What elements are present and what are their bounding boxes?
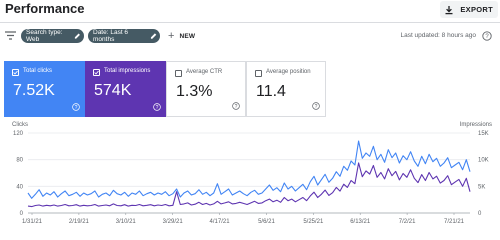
chip-label: Date: Last 6 months (93, 29, 129, 43)
y-tick-label-right: 10K (478, 158, 489, 164)
edit-icon[interactable] (150, 32, 157, 40)
y-tick-label-left: 120 (13, 131, 24, 137)
svg-text:?: ? (235, 104, 238, 110)
metric-card-total-clicks[interactable]: Total clicks 7.52K ? (4, 61, 85, 117)
filter-bar: Search type: Web Date: Last 6 months + N… (0, 23, 500, 49)
x-tick-label: 2/19/21 (69, 219, 90, 225)
series-line-impressions (27, 162, 471, 208)
checkbox-checked[interactable] (12, 69, 19, 76)
help-icon[interactable]: ? (482, 31, 492, 41)
metric-value: 11.4 (256, 83, 286, 100)
new-label: NEW (179, 32, 196, 40)
plus-icon: + (168, 30, 175, 42)
metric-label: Total clicks (23, 68, 53, 74)
help-icon[interactable]: ? (153, 103, 161, 111)
check-icon (13, 70, 18, 75)
y-tick-label-right: 0 (478, 211, 482, 217)
x-tick-label: 5/6/21 (258, 219, 275, 225)
export-button[interactable]: EXPORT (440, 1, 498, 18)
x-tick-label: 1/31/21 (22, 219, 43, 225)
performance-chart: Clicks Impressions 120 15K 80 10K 40 5K 0 0 1/31… (0, 118, 500, 235)
metric-label: Total impressions (104, 68, 151, 74)
help-icon[interactable]: ? (232, 102, 240, 110)
checkbox-checked[interactable] (93, 69, 100, 76)
last-updated-text: Last updated: 8 hours ago (400, 32, 476, 39)
filter-chip-search-type[interactable]: Search type: Web (21, 29, 84, 43)
metric-label: Average CTR (186, 69, 223, 75)
y-tick-label-right: 5K (478, 184, 485, 190)
metric-card-total-impressions[interactable]: Total impressions 574K ? (85, 61, 166, 117)
metric-card-average-position[interactable]: Average position 11.4 ? (246, 61, 326, 117)
new-filter-button[interactable]: + NEW (168, 29, 195, 43)
x-tick-label: 4/17/21 (210, 219, 231, 225)
help-icon[interactable]: ? (72, 103, 80, 111)
page-title: Performance (5, 1, 85, 16)
svg-text:?: ? (156, 105, 159, 111)
download-icon (445, 5, 453, 14)
help-icon[interactable]: ? (312, 102, 320, 110)
x-tick-label: 7/21/21 (444, 219, 465, 225)
metric-label: Average position (266, 69, 311, 75)
y-tick-label-right: 15K (478, 131, 489, 137)
x-tick-label: 7/2/21 (399, 219, 416, 225)
chart-plot[interactable]: 120 15K 80 10K 40 5K 0 0 1/31/21 2/19/21 3/10/21 3/… (0, 118, 500, 235)
filter-icon[interactable] (5, 31, 16, 40)
metric-value: 7.52K (13, 82, 55, 99)
metric-value: 1.3% (176, 83, 213, 100)
x-tick-label: 3/29/21 (163, 219, 184, 225)
svg-text:?: ? (75, 105, 78, 111)
export-label: EXPORT (460, 5, 493, 14)
series-line-clicks (27, 140, 471, 199)
metric-cards: Total clicks 7.52K ? Total impressions 5… (4, 61, 326, 117)
x-tick-label: 6/13/21 (350, 219, 371, 225)
x-tick-label: 3/10/21 (116, 219, 137, 225)
chip-label: Search type: Web (26, 29, 63, 43)
svg-text:?: ? (315, 104, 318, 110)
svg-text:?: ? (485, 34, 489, 40)
metric-value: 574K (94, 82, 132, 99)
y-tick-label-left: 80 (16, 158, 23, 164)
metric-card-average-ctr[interactable]: Average CTR 1.3% ? (166, 61, 246, 117)
header: Performance EXPORT (0, 0, 500, 22)
check-icon (94, 70, 99, 75)
y-tick-label-left: 40 (16, 184, 23, 190)
checkbox-unchecked[interactable] (175, 70, 182, 77)
checkbox-unchecked[interactable] (255, 70, 262, 77)
filter-chip-date[interactable]: Date: Last 6 months (88, 29, 160, 43)
y-tick-label-left: 0 (20, 211, 24, 217)
edit-icon[interactable] (74, 32, 81, 40)
x-tick-label: 5/25/21 (303, 219, 324, 225)
